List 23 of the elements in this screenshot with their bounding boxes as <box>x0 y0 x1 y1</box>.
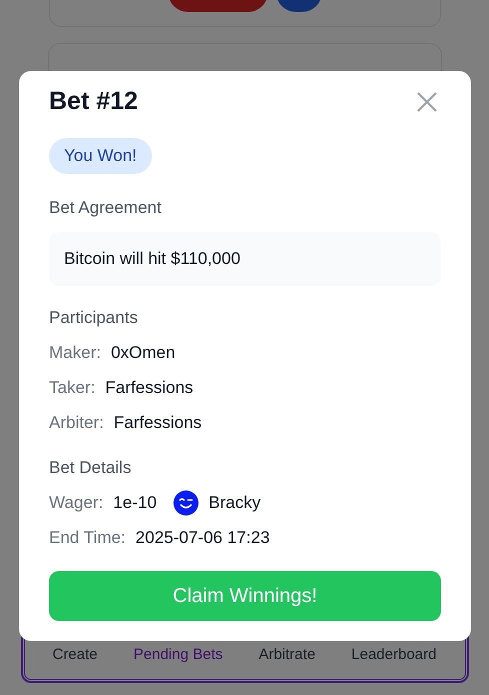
nav-tab[interactable]: Arbitrate <box>258 646 316 663</box>
dialog-title: Bet #12 <box>49 87 138 116</box>
agreement-text: Bitcoin will hit $110,000 <box>49 232 441 286</box>
field-label: Wager: <box>49 493 104 513</box>
winking-face-icon <box>172 490 199 516</box>
section-heading: Bet Details <box>49 458 132 478</box>
field-label: Maker: <box>49 343 101 363</box>
field-value: 2025-07-06 17:23 <box>136 528 270 548</box>
field-value: Farfessions <box>105 378 194 398</box>
section-heading: Participants <box>49 308 139 328</box>
field-value: Farfessions <box>114 413 202 433</box>
claim-button[interactable]: Claim Winnings! <box>49 571 441 621</box>
field-label: End Time: <box>49 528 126 548</box>
token-name: Bracky <box>208 493 261 513</box>
section-heading: Bet Agreement <box>49 198 162 218</box>
nav-tab[interactable]: Leaderboard <box>351 646 436 663</box>
status-badge: You Won! <box>49 138 152 174</box>
field-value: 1e-10 <box>113 493 157 513</box>
nav-tab[interactable]: Pending Bets <box>134 646 223 663</box>
field-label: Arbiter: <box>49 413 104 433</box>
nav-tab[interactable]: Create <box>52 646 98 663</box>
field-label: Taker: <box>49 378 96 398</box>
field-value: 0xOmen <box>110 343 176 363</box>
